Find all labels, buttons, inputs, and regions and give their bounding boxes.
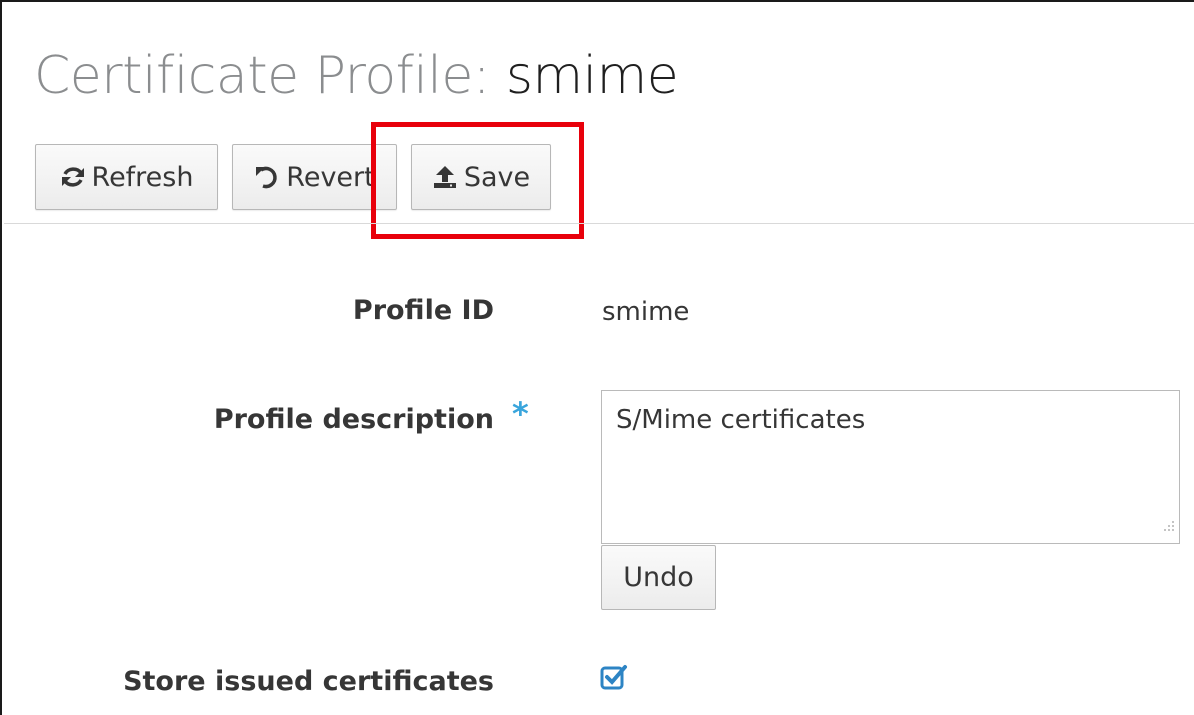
save-button[interactable]: Save xyxy=(411,144,551,210)
refresh-button-label: Refresh xyxy=(91,161,194,193)
revert-button-label: Revert xyxy=(286,161,375,193)
page-title-prefix: Certificate Profile: xyxy=(34,46,490,106)
profile-id-label: Profile ID xyxy=(352,295,494,326)
toolbar-divider xyxy=(4,223,1194,224)
profile-description-label: Profile description xyxy=(213,404,494,435)
page-frame: Certificate Profile: smime Refresh Rever… xyxy=(0,0,1194,715)
page-title: Certificate Profile: smime xyxy=(34,40,679,112)
save-button-label: Save xyxy=(463,161,531,193)
refresh-icon xyxy=(60,164,86,190)
profile-description-textarea[interactable]: S/Mime certificates xyxy=(601,390,1180,544)
store-issued-label: Store issued certificates xyxy=(123,666,494,697)
refresh-button[interactable]: Refresh xyxy=(35,144,218,210)
resize-grip-icon[interactable] xyxy=(1163,509,1175,539)
store-issued-checkbox[interactable] xyxy=(599,662,629,696)
upload-icon xyxy=(432,164,458,190)
profile-description-value: S/Mime certificates xyxy=(616,405,866,435)
revert-button[interactable]: Revert xyxy=(232,144,397,210)
undo-button[interactable]: Undo xyxy=(601,545,716,610)
profile-id-value: smime xyxy=(602,297,690,327)
required-marker: * xyxy=(512,395,529,433)
undo-icon xyxy=(254,164,280,190)
page-title-name: smime xyxy=(505,46,679,106)
